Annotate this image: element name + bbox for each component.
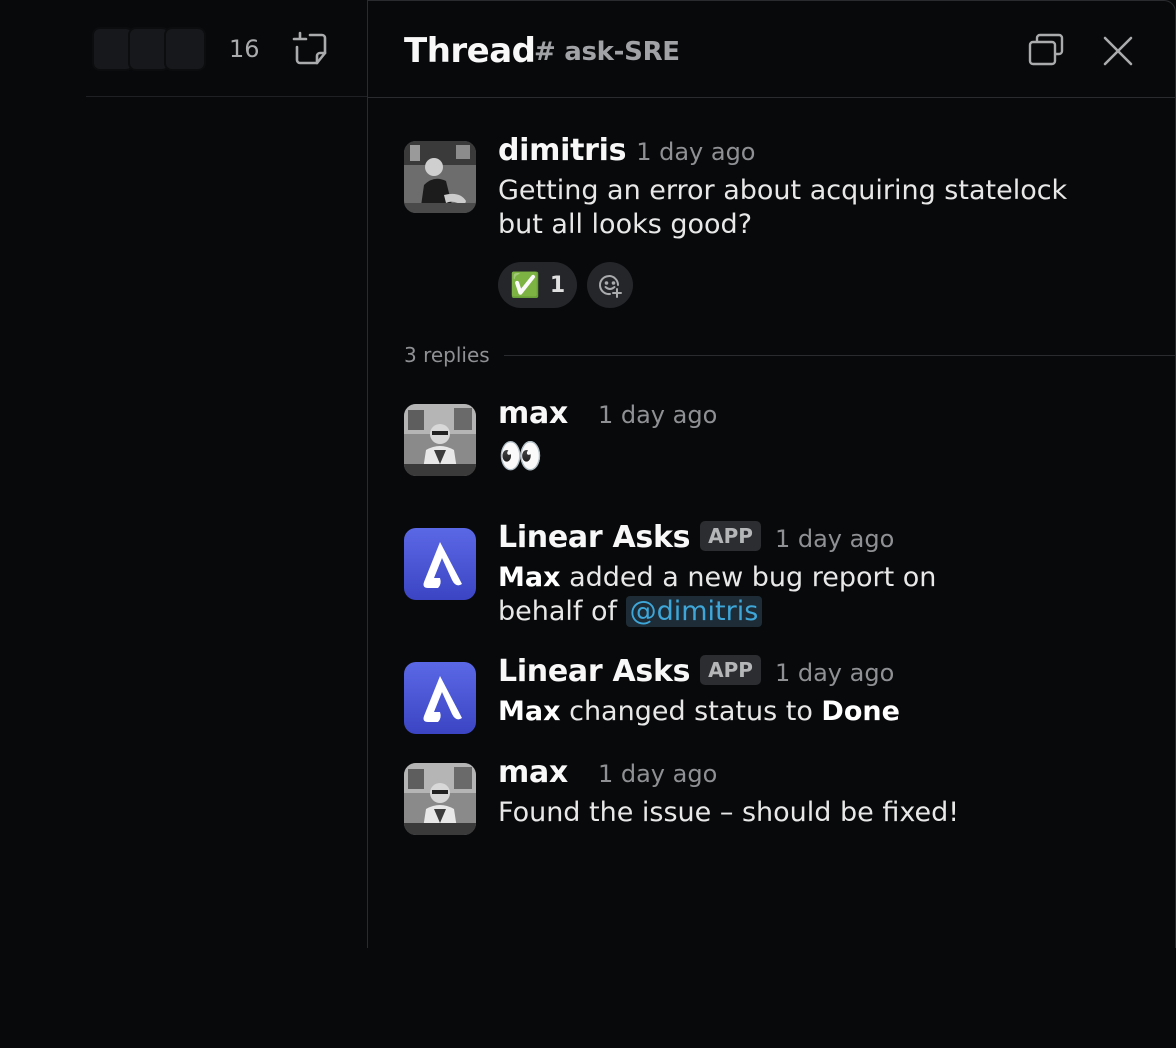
- user-mention[interactable]: @dimitris: [625, 596, 763, 627]
- message-text: Getting an error about acquiring statelo…: [498, 175, 1068, 240]
- message-text: Found the issue – should be fixed!: [498, 797, 960, 828]
- reaction-checkmark[interactable]: ✅ 1: [498, 262, 578, 308]
- close-icon[interactable]: [1098, 31, 1138, 71]
- linear-asks-avatar[interactable]: [404, 528, 476, 600]
- message-text-middle: changed status to: [560, 696, 822, 727]
- thread-title: Thread: [404, 31, 536, 71]
- timestamp[interactable]: 1 day ago: [636, 138, 755, 166]
- member-count[interactable]: 16: [229, 35, 260, 63]
- replies-divider: 3 replies: [404, 343, 1176, 367]
- replies-count: 3 replies: [404, 343, 490, 367]
- message-body: max 1 day ago 👀: [498, 396, 1138, 479]
- reactions: ✅ 1: [498, 262, 1138, 308]
- linear-asks-avatar[interactable]: [404, 662, 476, 734]
- canvas-icon[interactable]: [290, 29, 330, 69]
- channel-pane: 16: [0, 0, 368, 1048]
- eyes-emoji: 👀: [498, 436, 543, 477]
- app-badge: APP: [700, 521, 761, 551]
- timestamp[interactable]: 1 day ago: [775, 659, 894, 687]
- message-body: dimitris 1 day ago Getting an error abou…: [498, 133, 1138, 308]
- add-emoji-icon: [599, 275, 623, 298]
- check-emoji: ✅: [510, 271, 540, 299]
- thread-header: Thread # ask-SRE: [368, 1, 1175, 98]
- timestamp[interactable]: 1 day ago: [598, 401, 717, 429]
- channel-header: 16: [86, 0, 368, 97]
- app-badge: APP: [700, 655, 761, 685]
- popout-icon[interactable]: [1026, 31, 1066, 71]
- author-name[interactable]: dimitris: [498, 133, 626, 168]
- avatar[interactable]: [404, 141, 476, 213]
- status-value: Done: [821, 696, 900, 727]
- thread-channel-link[interactable]: # ask-SRE: [534, 37, 680, 67]
- avatar[interactable]: [404, 763, 476, 835]
- member-avatar: [164, 27, 206, 71]
- member-avatars[interactable]: [92, 27, 208, 71]
- author-name[interactable]: max: [498, 396, 568, 431]
- actor-name: Max: [498, 696, 561, 727]
- add-reaction-button[interactable]: [587, 262, 634, 308]
- message-text: Max added a new bug report on behalf of …: [498, 561, 1018, 629]
- message-body: Linear Asks APP 1 day ago Max added a ne…: [498, 520, 1138, 629]
- actor-name: Max: [498, 562, 561, 593]
- divider-line: [503, 354, 1176, 356]
- timestamp[interactable]: 1 day ago: [598, 760, 717, 788]
- message-body: max 1 day ago Found the issue – should b…: [498, 755, 1138, 830]
- avatar[interactable]: [404, 404, 476, 476]
- author-name[interactable]: Linear Asks: [498, 520, 690, 555]
- author-name[interactable]: max: [498, 755, 568, 790]
- message-body: Linear Asks APP 1 day ago Max changed st…: [498, 654, 1138, 729]
- author-name[interactable]: Linear Asks: [498, 654, 690, 689]
- thread-pane: Thread # ask-SRE dimitris 1 day ago Gett…: [367, 0, 1176, 948]
- message-text: Max changed status to Done: [498, 695, 1138, 729]
- reaction-count: 1: [549, 272, 566, 298]
- timestamp[interactable]: 1 day ago: [775, 525, 894, 553]
